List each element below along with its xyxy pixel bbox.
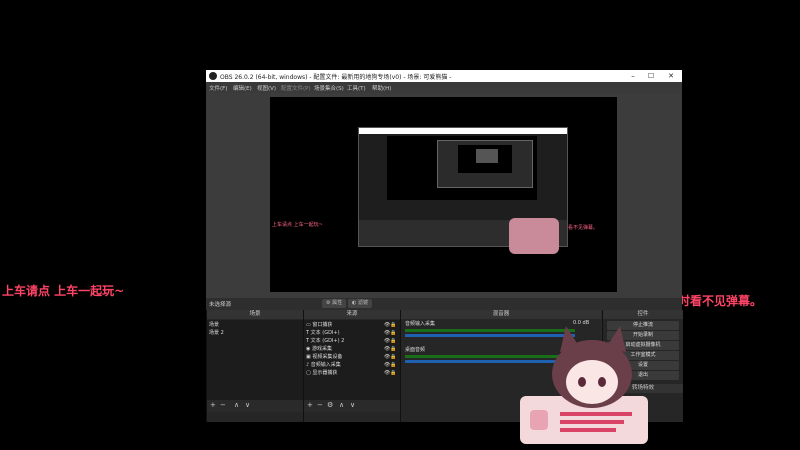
preview-canvas[interactable]: 上车请点 上车一起玩~ 打游戏认真时看不见弹幕。	[270, 97, 617, 292]
monitor-icon: ▢	[306, 370, 311, 376]
track-name: 桌面音频	[405, 347, 426, 353]
sources-list: ▭ 窗口捕获 T 文本 (GDI+) T 文本 (GDI+) 2 ◉ 游戏采集 …	[304, 320, 400, 400]
filters-label: 滤镜	[357, 300, 368, 306]
avatar-sign-stroke	[560, 420, 624, 424]
move-source-down-button[interactable]: ∨	[350, 401, 355, 409]
scenes-header: 场景	[207, 310, 303, 319]
source-label: 显示器捕获	[312, 370, 338, 376]
nested-avatar	[509, 218, 559, 254]
preview-toolbar: 未选择源 ⚙ 属性 ◐ 滤镜	[206, 298, 682, 310]
overlay-left-text: 上车请点 上车一起玩~	[2, 284, 125, 298]
menu-bar: 文件(F) 编辑(E) 视图(V) 配置文件(P) 场景集合(S) 工具(T) …	[206, 82, 682, 93]
sources-header: 来源	[304, 310, 400, 319]
source-label: 文本 (GDI+)	[310, 330, 340, 336]
avatar-ear-right	[606, 326, 626, 352]
menu-profile[interactable]: 配置文件(P)	[281, 84, 311, 92]
obs-logo-icon	[209, 72, 217, 80]
source-item[interactable]: T 文本 (GDI+) 2	[306, 337, 344, 344]
avatar-ear-left	[560, 326, 580, 352]
title-bar: OBS 26.0.2 (64-bit, windows) - 配置文件: 最新用…	[206, 70, 682, 82]
no-source-label: 未选择源	[209, 302, 232, 308]
source-item[interactable]: ♪ 音频输入采集	[306, 361, 341, 368]
move-scene-up-button[interactable]: ∧	[234, 401, 239, 409]
avatar-face	[566, 360, 618, 404]
track-name: 音频输入采集	[405, 321, 436, 327]
avatar-sign-stroke	[560, 428, 616, 432]
source-item[interactable]: ◉ 游戏采集	[306, 345, 332, 352]
minimize-button[interactable]: –	[624, 71, 642, 81]
add-scene-button[interactable]: +	[210, 401, 216, 409]
scenes-list: 场景 场景 2	[207, 320, 303, 400]
properties-label: 属性	[332, 300, 343, 306]
avatar-paw	[530, 410, 548, 430]
properties-button[interactable]: ⚙ 属性	[322, 299, 347, 308]
source-item[interactable]: ▣ 视频采集设备	[306, 353, 342, 360]
source-item[interactable]: ▢ 显示器捕获	[306, 369, 337, 376]
maximize-button[interactable]: ☐	[642, 71, 660, 81]
remove-scene-button[interactable]: −	[220, 401, 226, 409]
menu-edit[interactable]: 编辑(E)	[233, 84, 252, 92]
source-item[interactable]: T 文本 (GDI+)	[306, 329, 340, 336]
close-button[interactable]: ✕	[662, 71, 680, 81]
source-label: 视频采集设备	[312, 354, 343, 360]
nested-canvas-2	[458, 145, 512, 173]
sources-footer: + − ⚙ ∧ ∨	[304, 400, 400, 412]
nested-canvas	[387, 136, 537, 200]
source-label: 文本 (GDI+) 2	[310, 338, 345, 344]
menu-scene-collection[interactable]: 场景集合(S)	[314, 84, 344, 92]
menu-help[interactable]: 帮助(H)	[372, 84, 391, 92]
source-label: 音频输入采集	[310, 362, 341, 368]
nested-preview-3	[476, 149, 498, 163]
window-capture-icon: ▭	[306, 322, 311, 328]
video-device-icon: ▣	[306, 354, 311, 360]
preview-left-text: 上车请点 上车一起玩~	[272, 222, 323, 228]
move-source-up-button[interactable]: ∧	[339, 401, 344, 409]
scene-item[interactable]: 场景 2	[209, 329, 224, 336]
nested-preview-2	[437, 140, 533, 188]
controls-header: 控件	[603, 310, 683, 319]
source-properties-button[interactable]: ⚙	[327, 401, 333, 409]
scenes-dock: 场景 场景 场景 2 + − ∧ ∨	[206, 310, 303, 422]
mixer-header: 混音器	[401, 310, 601, 319]
preview-area: 上车请点 上车一起玩~ 打游戏认真时看不见弹幕。	[206, 93, 682, 298]
visibility-icons[interactable]: 👁🔒 👁🔒 👁🔒 👁🔒 👁🔒 👁🔒 👁🔒	[384, 321, 397, 377]
window-title: OBS 26.0.2 (64-bit, windows) - 配置文件: 最新用…	[220, 74, 452, 81]
nested-titlebar	[359, 128, 567, 134]
sources-dock: 来源 ▭ 窗口捕获 T 文本 (GDI+) T 文本 (GDI+) 2 ◉ 游戏…	[303, 310, 400, 422]
filters-button[interactable]: ◐ 滤镜	[348, 299, 372, 308]
menu-tools[interactable]: 工具(T)	[347, 84, 366, 92]
nested-preview	[358, 127, 568, 254]
camera-icon: ◉	[306, 346, 311, 352]
source-label: 游戏采集	[311, 346, 332, 352]
menu-view[interactable]: 视图(V)	[257, 84, 276, 92]
avatar-overlay	[520, 326, 648, 444]
mic-icon: ♪	[306, 362, 310, 368]
source-item[interactable]: ▭ 窗口捕获	[306, 321, 332, 328]
move-scene-down-button[interactable]: ∨	[245, 401, 250, 409]
add-source-button[interactable]: +	[307, 401, 313, 409]
source-label: 窗口捕获	[312, 322, 333, 328]
remove-source-button[interactable]: −	[317, 401, 323, 409]
avatar-eye-right	[598, 377, 606, 387]
avatar-eye-left	[578, 377, 586, 387]
menu-file[interactable]: 文件(F)	[209, 84, 227, 92]
scenes-footer: + − ∧ ∨	[207, 400, 303, 412]
text-icon: T	[306, 330, 310, 336]
avatar-sign-stroke	[560, 412, 632, 416]
text-icon: T	[306, 338, 310, 344]
scene-item[interactable]: 场景	[209, 321, 219, 328]
